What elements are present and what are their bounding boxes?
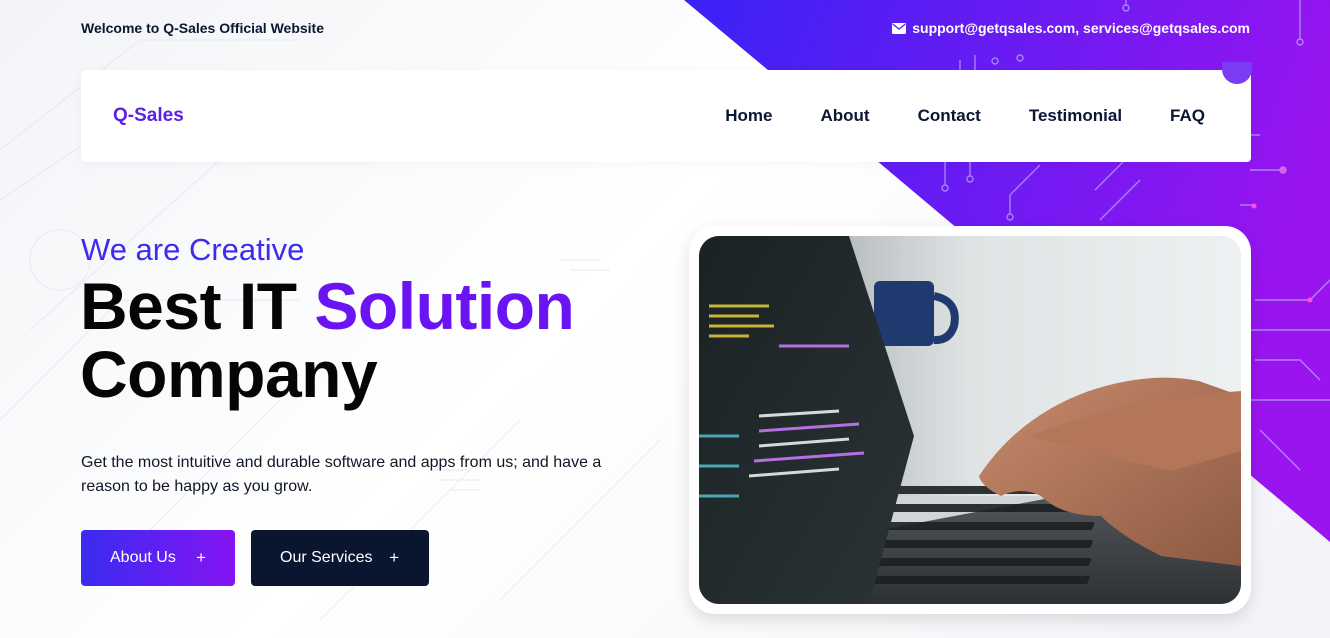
envelope-icon [892, 22, 907, 34]
navbar: Q-Sales Home About Contact Testimonial F… [81, 62, 1252, 162]
hero-description: Get the most intuitive and durable softw… [81, 454, 602, 495]
headline-part1: Best IT [80, 269, 315, 343]
hero-image [699, 236, 1241, 604]
about-us-label: About Us [110, 549, 176, 566]
contact-emails[interactable]: support@getqsales.com, services@getqsale… [892, 20, 1250, 36]
plus-icon: + [389, 548, 399, 567]
plus-icon: + [196, 548, 206, 567]
welcome-text: Welcome to Q-Sales Official Website [81, 20, 324, 36]
hero-image-frame [689, 226, 1251, 614]
about-us-button[interactable]: About Us + [81, 530, 235, 586]
nav-item-home[interactable]: Home [725, 106, 772, 126]
our-services-button[interactable]: Our Services + [251, 530, 429, 586]
nav-item-contact[interactable]: Contact [918, 106, 981, 126]
hero-eyebrow: We are Creative [81, 232, 305, 267]
our-services-label: Our Services [280, 549, 373, 566]
headline-accent: Solution [314, 269, 575, 343]
headline-part2: Company [80, 337, 378, 411]
laptop-typing-illustration [699, 236, 1241, 604]
nav-item-faq[interactable]: FAQ [1170, 106, 1205, 126]
brand-logo[interactable]: Q-Sales [113, 105, 184, 127]
nav-item-testimonial[interactable]: Testimonial [1029, 106, 1122, 126]
main-nav: Home About Contact Testimonial FAQ [725, 106, 1205, 126]
hero-headline: Best IT Solution Company [80, 269, 575, 411]
email-addresses[interactable]: support@getqsales.com, services@getqsale… [912, 20, 1250, 36]
nav-item-about[interactable]: About [820, 106, 869, 126]
decorative-corner-dot [1222, 62, 1252, 84]
top-bar: Welcome to Q-Sales Official Website supp… [81, 18, 1250, 38]
